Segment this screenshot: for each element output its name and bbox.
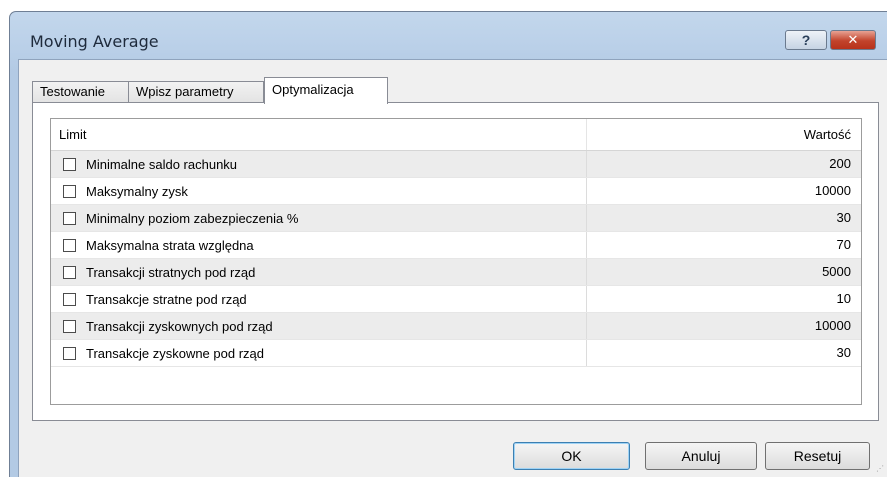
limit-checkbox[interactable] xyxy=(63,265,76,279)
resize-grip-icon[interactable]: ⋰ xyxy=(876,465,886,476)
limit-label: Maksymalny zysk xyxy=(86,183,188,199)
cancel-button[interactable]: Anuluj xyxy=(645,442,757,470)
value-cell[interactable]: 200 xyxy=(587,151,861,177)
tab-optymalizacja[interactable]: Optymalizacja xyxy=(264,77,388,104)
value-cell[interactable]: 10 xyxy=(587,286,861,312)
limit-cell: Transakcje zyskowne pod rząd xyxy=(51,340,587,366)
dialog-client-area: Testowanie Wpisz parametry Optymalizacja… xyxy=(18,59,887,477)
limit-label: Transakcji zyskownych pod rząd xyxy=(86,318,273,334)
limit-checkbox[interactable] xyxy=(63,319,76,333)
limit-checkbox[interactable] xyxy=(63,238,76,252)
limit-cell: Transakcje stratne pod rząd xyxy=(51,286,587,312)
limit-label: Maksymalna strata względna xyxy=(86,237,254,253)
limit-cell: Maksymalna strata względna xyxy=(51,232,587,258)
table-row[interactable]: Transakcje stratne pod rząd 10 xyxy=(51,286,861,313)
limits-table: Limit Wartość Minimalne saldo rachunku 20… xyxy=(50,118,862,405)
reset-button[interactable]: Resetuj xyxy=(765,442,870,470)
tab-wpisz-parametry[interactable]: Wpisz parametry xyxy=(128,81,264,103)
limit-checkbox[interactable] xyxy=(63,292,76,306)
dialog-window: Moving Average ? ✕ Testowanie Wpisz para… xyxy=(9,11,887,477)
help-button[interactable]: ? xyxy=(785,30,827,50)
help-icon: ? xyxy=(801,32,811,48)
close-icon: ✕ xyxy=(847,32,859,47)
table-body: Minimalne saldo rachunku 200 Maksymalny zy… xyxy=(51,151,861,367)
value-cell[interactable]: 10000 xyxy=(587,313,861,339)
limit-cell: Minimalny poziom zabezpieczenia % xyxy=(51,205,587,231)
tab-testowanie[interactable]: Testowanie xyxy=(32,81,129,103)
window-title: Moving Average xyxy=(30,32,159,51)
table-row[interactable]: Transakcji zyskownych pod rząd 10000 xyxy=(51,313,861,340)
limit-label: Transakcji stratnych pod rząd xyxy=(86,264,256,280)
limit-label: Transakcje zyskowne pod rząd xyxy=(86,345,264,361)
close-button[interactable]: ✕ xyxy=(830,30,876,50)
value-cell[interactable]: 5000 xyxy=(587,259,861,285)
limit-label: Minimalny poziom zabezpieczenia % xyxy=(86,210,299,226)
value-cell[interactable]: 10000 xyxy=(587,178,861,204)
table-row[interactable]: Minimalny poziom zabezpieczenia % 30 xyxy=(51,205,861,232)
column-header-value[interactable]: Wartość xyxy=(587,119,861,150)
limit-checkbox[interactable] xyxy=(63,211,76,225)
limit-cell: Transakcji stratnych pod rząd xyxy=(51,259,587,285)
limit-cell: Transakcji zyskownych pod rząd xyxy=(51,313,587,339)
value-cell[interactable]: 30 xyxy=(587,340,861,366)
limit-checkbox[interactable] xyxy=(63,157,76,171)
table-header: Limit Wartość xyxy=(51,119,861,151)
value-cell[interactable]: 70 xyxy=(587,232,861,258)
ok-button[interactable]: OK xyxy=(513,442,630,470)
limit-cell: Minimalne saldo rachunku xyxy=(51,151,587,177)
limit-checkbox[interactable] xyxy=(63,184,76,198)
value-cell[interactable]: 30 xyxy=(587,205,861,231)
limit-cell: Maksymalny zysk xyxy=(51,178,587,204)
tab-panel: Limit Wartość Minimalne saldo rachunku 20… xyxy=(32,102,879,421)
limit-label: Transakcje stratne pod rząd xyxy=(86,291,247,307)
column-header-limit[interactable]: Limit xyxy=(51,119,587,150)
table-row[interactable]: Minimalne saldo rachunku 200 xyxy=(51,151,861,178)
table-row[interactable]: Maksymalny zysk 10000 xyxy=(51,178,861,205)
table-row[interactable]: Transakcji stratnych pod rząd 5000 xyxy=(51,259,861,286)
table-row[interactable]: Transakcje zyskowne pod rząd 30 xyxy=(51,340,861,367)
table-row[interactable]: Maksymalna strata względna 70 xyxy=(51,232,861,259)
limit-label: Minimalne saldo rachunku xyxy=(86,156,238,172)
limit-checkbox[interactable] xyxy=(63,346,76,360)
